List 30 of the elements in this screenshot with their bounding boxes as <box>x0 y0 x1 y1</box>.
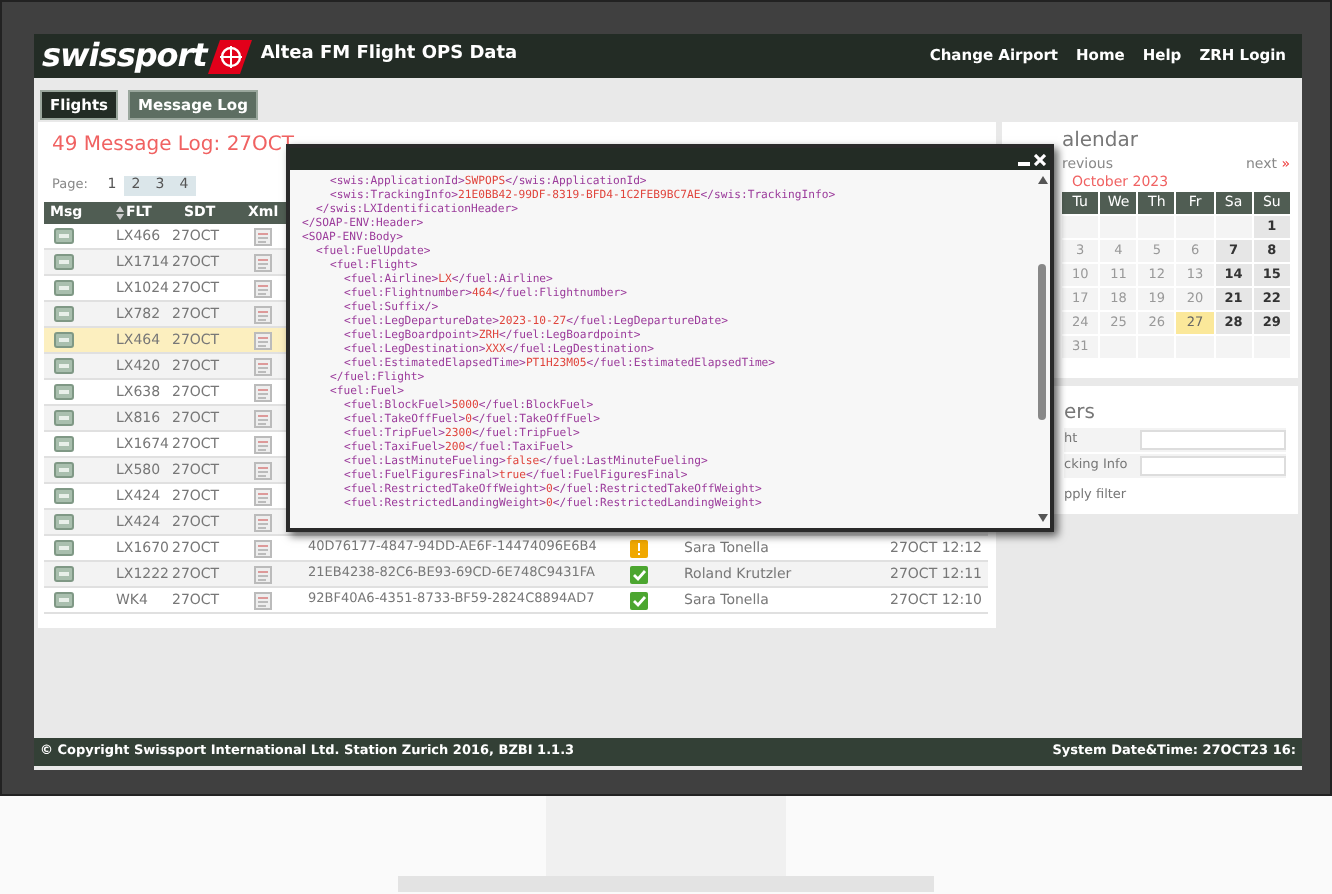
document-icon[interactable] <box>254 253 272 271</box>
scroll-up-icon[interactable] <box>1037 176 1047 184</box>
sort-icon[interactable] <box>116 206 124 220</box>
document-icon[interactable] <box>254 565 272 583</box>
document-icon[interactable] <box>254 357 272 375</box>
document-icon[interactable] <box>254 513 272 531</box>
document-icon[interactable] <box>254 305 272 323</box>
calendar-title: alendar <box>1062 130 1140 154</box>
logo-icon <box>208 39 253 73</box>
document-icon[interactable] <box>254 539 272 557</box>
scrollbar-thumb[interactable] <box>1038 264 1046 420</box>
warning-icon <box>630 539 648 557</box>
document-icon[interactable] <box>254 591 272 609</box>
document-icon[interactable] <box>254 487 272 505</box>
input-field[interactable] <box>1140 456 1286 476</box>
logo-text: swissport <box>42 40 207 72</box>
document-icon[interactable] <box>254 227 272 245</box>
input-field[interactable] <box>1140 430 1286 450</box>
document-icon[interactable] <box>254 331 272 349</box>
document-icon[interactable] <box>254 279 272 297</box>
app-title: Altea FM Flight OPS Data <box>260 42 518 69</box>
document-icon[interactable] <box>254 409 272 427</box>
log-title: 49 Message Log: 27OCT <box>50 134 297 158</box>
document-icon[interactable] <box>254 461 272 479</box>
document-icon[interactable] <box>254 435 272 453</box>
check-icon <box>630 591 648 609</box>
check-icon <box>630 565 648 583</box>
document-icon[interactable] <box>254 383 272 401</box>
close-icon[interactable] <box>1034 153 1046 165</box>
filters-title: ers <box>1064 402 1097 426</box>
